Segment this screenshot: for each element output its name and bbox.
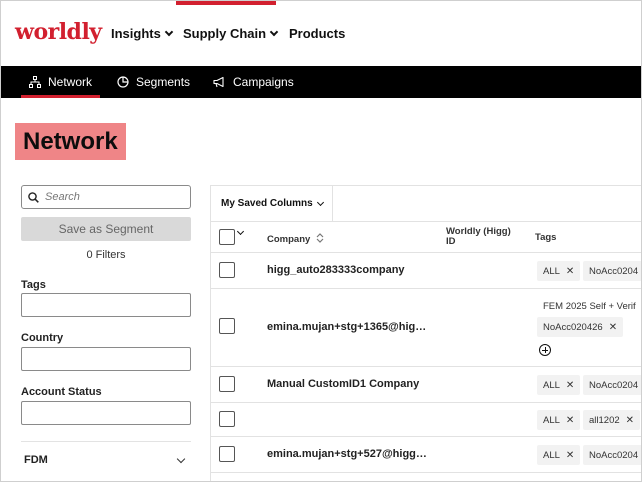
row-checkbox[interactable] — [219, 262, 235, 278]
tag-chip: NoAcc0204 — [583, 261, 641, 281]
close-icon[interactable]: ✕ — [566, 380, 574, 391]
network-icon — [29, 76, 41, 88]
tag-chip: all1202 ✕ — [583, 410, 641, 430]
close-icon[interactable]: ✕ — [566, 266, 574, 277]
country-label: Country — [21, 332, 64, 344]
table-header: Company Worldly (Higg) ID Tags — [211, 221, 641, 253]
table-row[interactable]: emina.mujan+stg+527@higg… ALL ✕ NoAcc0204 — [211, 437, 641, 473]
tag-chip-label: ALL — [543, 265, 560, 277]
company-name[interactable]: higg_auto283333company — [267, 264, 405, 276]
tag-chip: NoAcc020426 ✕ — [537, 317, 624, 337]
row-checkbox[interactable] — [219, 318, 235, 334]
row-checkbox[interactable] — [219, 376, 235, 392]
divider — [21, 441, 191, 442]
network-table: My Saved Columns Company Worldly (Higg) … — [210, 185, 641, 481]
add-tag-icon[interactable] — [539, 344, 551, 356]
megaphone-icon — [213, 76, 224, 88]
saved-columns-dropdown[interactable]: My Saved Columns — [211, 186, 333, 221]
nav-supply-chain-label: Supply Chain — [183, 26, 267, 41]
close-icon[interactable]: ✕ — [609, 322, 617, 333]
table-row[interactable]: ALL ✕ all1202 ✕ — [211, 403, 641, 437]
pie-chart-icon — [117, 76, 129, 88]
subnav-segments[interactable]: Segments — [117, 66, 190, 98]
country-filter-input[interactable] — [21, 347, 191, 371]
chevron-down-icon[interactable] — [176, 454, 186, 464]
fdm-label[interactable]: FDM — [24, 454, 48, 466]
close-icon[interactable]: ✕ — [566, 450, 574, 461]
page-title: Network — [15, 123, 126, 160]
account-status-filter-input[interactable] — [21, 401, 191, 425]
top-nav: worldly Insights Supply Chain Products — [1, 1, 641, 66]
tag-chip-label: ALL — [543, 379, 560, 391]
tag-chip: NoAcc0204 — [583, 375, 641, 395]
company-name[interactable]: emina.mujan+stg+527@higg… — [267, 448, 427, 460]
tag-chip-label: NoAcc0204 — [589, 265, 639, 277]
search-icon — [28, 191, 39, 203]
row-checkbox[interactable] — [219, 411, 235, 427]
tag-chip-label: ALL — [543, 449, 560, 461]
nav-products[interactable]: Products — [289, 26, 345, 41]
sort-icon — [316, 233, 324, 243]
row-checkbox[interactable] — [219, 446, 235, 462]
company-name[interactable]: emina.mujan+stg+1365@hig… — [267, 321, 426, 333]
tag-chip-label: NoAcc0204 — [589, 379, 639, 391]
tags-filter-input[interactable] — [21, 293, 191, 317]
tags-label: Tags — [21, 279, 46, 291]
tags-column-header[interactable]: Tags — [535, 233, 556, 243]
table-row[interactable]: Manual CustomID1 Company ALL ✕ NoAcc0204 — [211, 367, 641, 403]
worldly-logo[interactable]: worldly — [15, 19, 102, 45]
worldly-id-header-line2: ID — [446, 236, 456, 247]
chevron-down-icon[interactable] — [236, 227, 245, 236]
table-row[interactable]: emina.mujan+stg+1365@hig… FEM 2025 Self … — [211, 289, 641, 367]
subnav-segments-label: Segments — [136, 75, 191, 89]
tag-chip-label: FEM 2025 Self + Verif — [543, 300, 636, 312]
tag-chip: ALL ✕ — [537, 445, 581, 465]
company-header-label: Company — [267, 234, 311, 245]
subnav-network[interactable]: Network — [20, 66, 101, 98]
nav-products-label: Products — [289, 26, 346, 41]
close-icon[interactable]: ✕ — [626, 415, 634, 426]
app-window: worldly Insights Supply Chain Products N… — [0, 0, 642, 482]
chevron-down-icon — [269, 27, 279, 36]
account-status-label: Account Status — [21, 386, 102, 398]
company-column-header[interactable]: Company — [267, 233, 324, 245]
tag-chip: ALL ✕ — [537, 375, 581, 395]
nav-insights-label: Insights — [111, 26, 161, 41]
company-name[interactable]: Manual CustomID1 Company — [267, 378, 419, 390]
search-box[interactable] — [21, 185, 191, 209]
tag-chip: FEM 2025 Self + Verif — [537, 296, 641, 316]
subnav-campaigns-label: Campaigns — [233, 75, 294, 89]
close-icon[interactable]: ✕ — [566, 415, 574, 426]
active-nav-indicator — [176, 1, 276, 5]
tag-chip-label: NoAcc020426 — [543, 321, 603, 333]
tag-chip: ALL ✕ — [537, 410, 581, 430]
tag-chip: ALL ✕ — [537, 261, 581, 281]
save-as-segment-button[interactable]: Save as Segment — [21, 217, 191, 241]
select-all-checkbox[interactable] — [219, 229, 235, 245]
nav-supply-chain[interactable]: Supply Chain — [183, 26, 279, 41]
tag-chip: NoAcc0204 — [583, 445, 641, 465]
filters-count: 0 Filters — [86, 249, 126, 261]
saved-columns-label: My Saved Columns — [221, 198, 313, 209]
nav-insights[interactable]: Insights — [111, 26, 174, 41]
subnav-network-label: Network — [48, 75, 93, 89]
search-input[interactable] — [45, 191, 175, 203]
sub-nav: Network Segments Campaigns — [1, 66, 641, 98]
chevron-down-icon — [164, 27, 174, 36]
tag-chip-label: all1202 — [589, 414, 620, 426]
worldly-id-column-header[interactable]: Worldly (Higg) ID — [446, 227, 511, 247]
table-row[interactable]: higg_auto283333company ALL ✕ NoAcc0204 — [211, 253, 641, 289]
tag-chip-label: NoAcc0204 — [589, 449, 639, 461]
subnav-campaigns[interactable]: Campaigns — [213, 66, 294, 98]
tag-chip-label: ALL — [543, 414, 560, 426]
chevron-down-icon — [316, 198, 324, 206]
